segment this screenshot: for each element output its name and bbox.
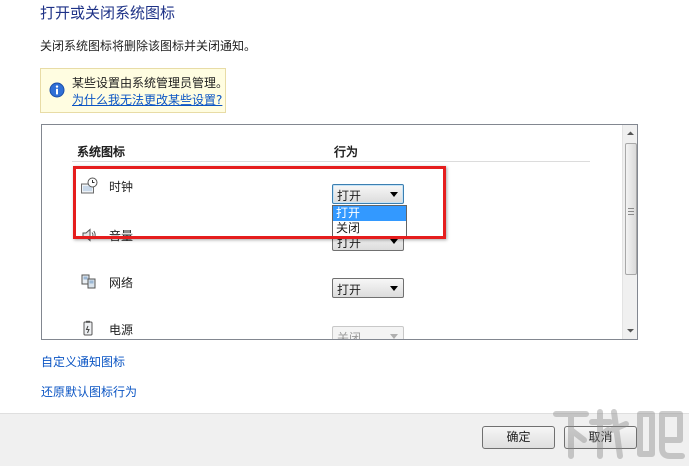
- chevron-down-icon: [390, 239, 398, 244]
- chevron-down-icon: [390, 334, 398, 339]
- why-cant-change-link[interactable]: 为什么我无法更改某些设置?: [72, 91, 222, 108]
- system-icons-list: 系统图标 行为 时钟 打开 音量 打开 网络 打开 电源 关闭 打开 关闭: [41, 124, 638, 340]
- scroll-down-arrow-icon[interactable]: [623, 322, 637, 339]
- restore-default-behavior-link[interactable]: 还原默认图标行为: [41, 383, 137, 400]
- power-behavior-dropdown: 关闭: [332, 326, 404, 340]
- network-icon: [80, 273, 98, 291]
- page-title: 打开或关闭系统图标: [40, 4, 176, 22]
- dropdown-value: 打开: [337, 283, 362, 297]
- scrollbar-thumb[interactable]: [625, 143, 637, 275]
- admin-info-box: 某些设置由系统管理员管理。 为什么我无法更改某些设置?: [40, 68, 229, 113]
- column-header-icons: 系统图标: [77, 145, 126, 159]
- highlight-annotation: [73, 166, 446, 239]
- customize-notification-icons-link[interactable]: 自定义通知图标: [41, 353, 125, 370]
- vertical-scrollbar[interactable]: [622, 125, 637, 339]
- admin-info-text: 某些设置由系统管理员管理。: [72, 76, 229, 90]
- network-behavior-dropdown[interactable]: 打开: [332, 278, 404, 298]
- page-description: 关闭系统图标将删除该图标并关闭通知。: [40, 39, 257, 53]
- dropdown-value: 关闭: [337, 331, 362, 340]
- row-label-network: 网络: [109, 276, 134, 290]
- grip-icon: [628, 204, 634, 215]
- row-label-power: 电源: [109, 323, 134, 337]
- ok-button[interactable]: 确定: [482, 426, 555, 449]
- scroll-up-arrow-icon[interactable]: [623, 125, 637, 142]
- watermark-logo: [548, 400, 689, 466]
- chevron-down-icon: [390, 286, 398, 291]
- power-icon: [80, 320, 98, 338]
- column-header-behavior: 行为: [334, 145, 359, 159]
- info-icon: [49, 82, 65, 98]
- header-divider: [72, 161, 590, 162]
